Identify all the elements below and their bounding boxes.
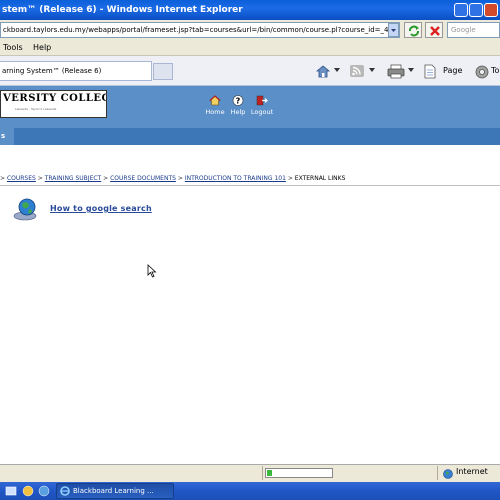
college-logo: VERSITY COLLEGE Lakeside · Taylor's Lake… (0, 90, 107, 118)
page-menu-label[interactable]: Page (443, 66, 462, 75)
logo-subtext: Lakeside · Taylor's Lakeside (15, 107, 57, 111)
breadcrumb-separator: > (0, 175, 6, 182)
breadcrumb-introduction[interactable]: INTRODUCTION TO TRAINING 101 (185, 175, 286, 182)
page-icon[interactable] (423, 64, 437, 79)
print-icon[interactable] (387, 64, 405, 79)
status-bar (0, 464, 500, 482)
header-help-link[interactable]: ? Help (225, 95, 251, 116)
window-title-bar: stem™ (Release 6) - Windows Internet Exp… (0, 0, 500, 20)
breadcrumb: > COURSES > TRAINING SUBJECT > COURSE DO… (0, 175, 500, 185)
close-icon (430, 26, 440, 36)
window-title: stem™ (Release 6) - Windows Internet Exp… (2, 5, 243, 15)
chevron-down-icon[interactable] (369, 68, 375, 73)
home-icon (209, 95, 221, 106)
status-divider (437, 466, 438, 480)
internet-zone-globe-icon (443, 469, 453, 479)
page-load-progress (265, 468, 333, 478)
search-input[interactable]: Google (447, 22, 500, 38)
breadcrumb-courses[interactable]: COURSES (7, 175, 36, 182)
svg-text:?: ? (236, 97, 241, 106)
help-icon: ? (232, 95, 244, 106)
external-link-how-to-google-search[interactable]: How to google search (50, 204, 152, 213)
breadcrumb-separator: > (37, 175, 43, 182)
address-input[interactable]: ckboard.taylors.edu.my/webapps/portal/fr… (0, 22, 400, 38)
internet-explorer-icon (60, 486, 70, 496)
gear-icon[interactable] (474, 64, 490, 80)
chevron-down-icon[interactable] (334, 68, 340, 73)
menu-tools[interactable]: Tools (3, 43, 23, 52)
quick-launch-icon[interactable] (22, 485, 34, 497)
mouse-pointer-icon (147, 264, 157, 278)
logo-text: VERSITY COLLEGE (3, 93, 106, 104)
refresh-button[interactable] (404, 22, 422, 38)
breadcrumb-separator: > (177, 175, 183, 182)
logout-icon (256, 95, 268, 106)
taskbar-window-button[interactable]: Blackboard Learning ... (56, 483, 174, 499)
header-help-label: Help (230, 108, 246, 116)
browser-tab[interactable]: arning System™ (Release 6) (0, 61, 152, 81)
navigation-tab-bar (0, 128, 500, 145)
chevron-down-icon (391, 29, 396, 32)
header-logout-link[interactable]: Logout (249, 95, 275, 116)
stop-button[interactable] (425, 22, 443, 38)
divider (0, 185, 500, 186)
browser-tab-title: arning System™ (Release 6) (2, 67, 102, 75)
security-zone-label[interactable]: Internet (456, 467, 488, 476)
header-logout-label: Logout (250, 108, 274, 116)
breadcrumb-training-subject[interactable]: TRAINING SUBJECT (45, 175, 102, 182)
tab-and-command-bar: arning System™ (Release 6) Page To (0, 56, 500, 86)
close-window-button[interactable] (484, 3, 498, 17)
minimize-button[interactable] (454, 3, 468, 17)
progress-fill (267, 470, 272, 476)
new-tab-button[interactable] (153, 63, 173, 80)
status-divider (262, 466, 263, 480)
quick-launch-icon[interactable] (38, 485, 50, 497)
external-link-globe-icon (13, 198, 37, 221)
tab-courses[interactable]: s (0, 128, 14, 145)
breadcrumb-separator: > (287, 175, 293, 182)
chevron-down-icon[interactable] (408, 68, 414, 73)
home-icon[interactable] (315, 64, 331, 78)
taskbar-window-label: Blackboard Learning ... (73, 487, 154, 495)
breadcrumb-course-documents[interactable]: COURSE DOCUMENTS (110, 175, 176, 182)
tools-menu-label[interactable]: To (491, 66, 499, 75)
address-dropdown-button[interactable] (388, 23, 399, 37)
maximize-button[interactable] (469, 3, 483, 17)
refresh-icon (409, 25, 419, 37)
rss-feed-icon[interactable] (349, 64, 365, 78)
show-desktop-icon[interactable] (5, 485, 17, 497)
menu-bar: Tools Help (0, 40, 500, 56)
breadcrumb-separator: > (103, 175, 109, 182)
menu-help[interactable]: Help (33, 43, 51, 52)
breadcrumb-current: EXTERNAL LINKS (294, 175, 346, 182)
